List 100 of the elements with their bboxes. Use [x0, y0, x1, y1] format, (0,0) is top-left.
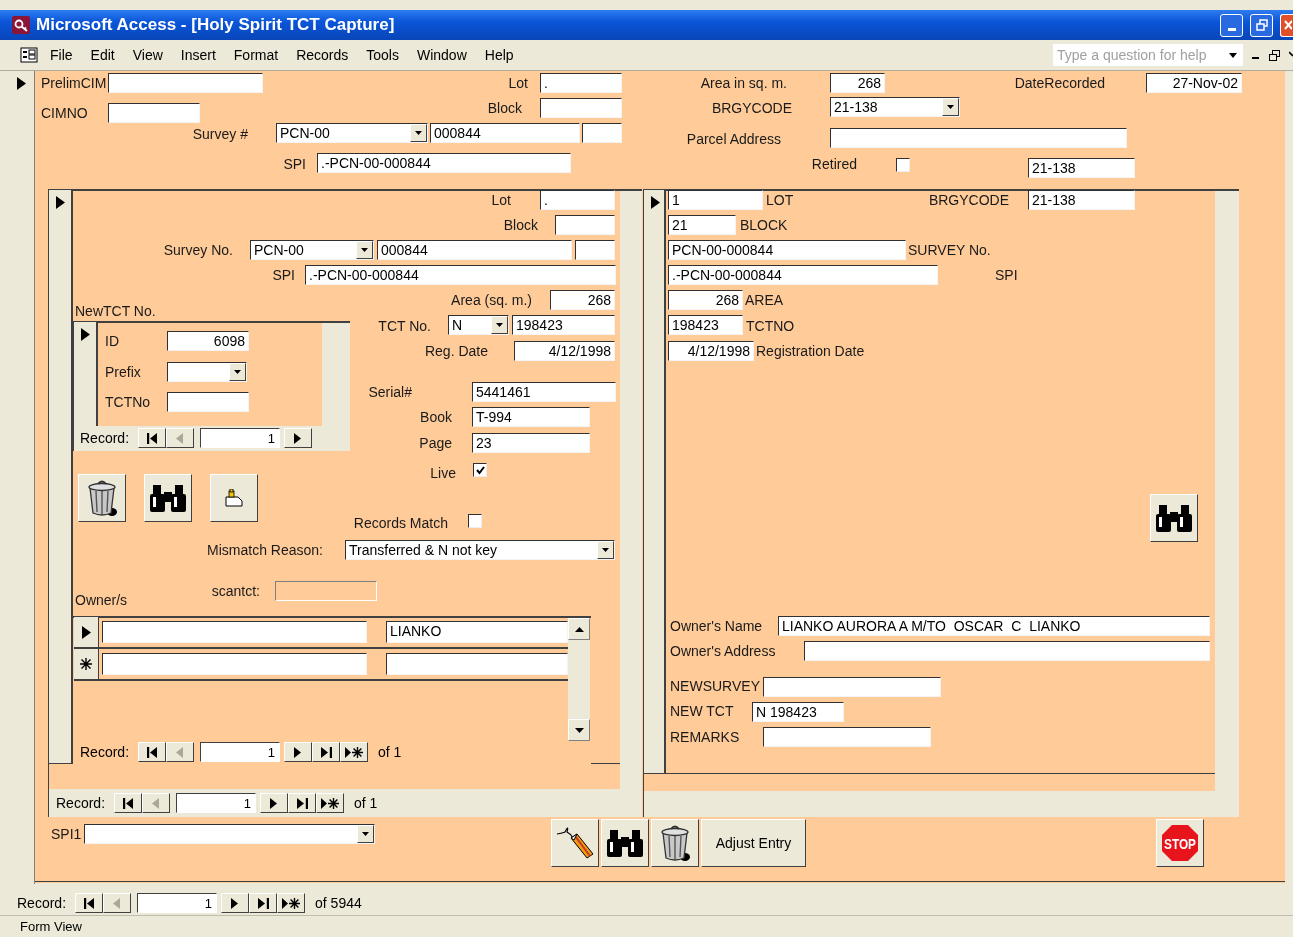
menu-item[interactable]: File — [50, 47, 73, 63]
menu-item[interactable]: Edit — [90, 47, 115, 63]
combo-box[interactable]: PCN-00 — [250, 240, 374, 260]
new-record-button[interactable] — [316, 793, 345, 813]
menu-item[interactable]: Help — [484, 47, 514, 63]
text-field[interactable]: 6098 — [167, 331, 249, 351]
text-field[interactable] — [386, 653, 568, 675]
checkbox[interactable] — [896, 158, 910, 172]
combo-box[interactable] — [167, 362, 247, 382]
text-field[interactable] — [804, 641, 1210, 661]
menu-item[interactable]: Records — [296, 47, 349, 63]
text-field[interactable]: .-PCN-00-000844 — [305, 265, 616, 285]
menu-item[interactable]: Format — [233, 47, 279, 63]
next-record-button[interactable] — [284, 742, 313, 762]
next-record-button[interactable] — [221, 893, 250, 913]
record-selector[interactable] — [644, 190, 666, 773]
dropdown-button[interactable] — [942, 98, 959, 116]
first-record-button[interactable] — [114, 793, 143, 813]
text-field[interactable]: .-PCN-00-000844 — [668, 265, 938, 285]
help-search-field[interactable]: Type a question for help — [1053, 44, 1243, 66]
text-field[interactable]: 268 — [550, 290, 615, 310]
first-record-button[interactable] — [138, 428, 167, 448]
record-number-field[interactable]: 1 — [200, 742, 281, 762]
text-field[interactable]: 4/12/1998 — [668, 341, 754, 361]
menu-item[interactable]: Window — [416, 47, 467, 63]
text-field[interactable]: 21-138 — [1028, 190, 1135, 210]
previous-record-button[interactable] — [103, 893, 132, 913]
dropdown-button[interactable] — [229, 363, 246, 381]
delete-button[interactable] — [78, 474, 126, 522]
dropdown-caret-icon[interactable] — [1229, 52, 1237, 58]
text-field[interactable] — [555, 215, 615, 235]
last-record-button[interactable] — [249, 893, 278, 913]
record-number-field[interactable]: 1 — [176, 793, 257, 813]
menu-item[interactable]: Tools — [366, 47, 399, 63]
text-field[interactable]: 000844 — [377, 240, 572, 260]
find-button[interactable] — [144, 474, 192, 522]
adjust-entry-button[interactable]: Adjust Entry — [701, 819, 806, 867]
text-field[interactable]: LIANKO AURORA A M/TO OSCAR C LIANKO — [778, 616, 1210, 636]
text-field[interactable]: 1 — [668, 190, 763, 210]
combo-box[interactable]: N — [448, 315, 509, 335]
text-field[interactable] — [108, 73, 263, 93]
previous-record-button[interactable] — [142, 793, 171, 813]
restore-icon[interactable] — [1269, 49, 1280, 61]
form-icon[interactable] — [20, 47, 38, 63]
combo-box[interactable]: PCN-00 — [276, 123, 428, 143]
text-field[interactable]: 21-138 — [1028, 158, 1135, 178]
next-record-button[interactable] — [284, 428, 313, 448]
record-selector[interactable] — [74, 322, 98, 426]
dropdown-button[interactable] — [357, 825, 374, 843]
text-field[interactable]: 21 — [668, 215, 736, 235]
first-record-button[interactable] — [138, 742, 167, 762]
edit-button[interactable] — [551, 819, 599, 867]
checkbox[interactable] — [468, 514, 482, 528]
record-selector[interactable] — [74, 649, 99, 679]
restore-button[interactable] — [1250, 13, 1273, 37]
dropdown-button[interactable] — [597, 541, 614, 559]
text-field[interactable]: 000844 — [430, 123, 580, 143]
text-field[interactable] — [108, 103, 200, 123]
combo-box[interactable]: Transferred & N not key — [345, 540, 615, 560]
text-field[interactable] — [167, 392, 249, 412]
text-field[interactable] — [275, 581, 377, 601]
close-button[interactable] — [1280, 13, 1293, 37]
dropdown-button[interactable] — [410, 124, 427, 142]
scroll-up-button[interactable] — [568, 618, 590, 640]
last-record-button[interactable] — [312, 742, 341, 762]
text-field[interactable]: PCN-00-000844 — [668, 240, 906, 260]
minimize-button[interactable] — [1220, 13, 1243, 37]
text-field[interactable]: LIANKO — [386, 621, 568, 643]
text-field[interactable] — [830, 128, 1127, 148]
menu-item[interactable]: Insert — [180, 47, 216, 63]
text-field[interactable]: 4/12/1998 — [514, 341, 615, 361]
delete-button[interactable] — [651, 819, 699, 867]
combo-box[interactable]: 21-138 — [830, 97, 960, 117]
record-number-field[interactable]: 1 — [200, 428, 281, 448]
text-field[interactable]: 23 — [472, 433, 590, 453]
new-record-button[interactable] — [340, 742, 369, 762]
find-button[interactable] — [1150, 494, 1198, 542]
text-field[interactable]: 5441461 — [472, 382, 616, 402]
text-field[interactable]: .-PCN-00-000844 — [317, 153, 571, 173]
first-record-button[interactable] — [75, 893, 104, 913]
note-button[interactable] — [210, 474, 258, 522]
next-record-button[interactable] — [260, 793, 289, 813]
menu-item[interactable]: View — [132, 47, 163, 63]
text-field[interactable]: 27-Nov-02 — [1146, 73, 1242, 93]
dropdown-button[interactable] — [356, 241, 373, 259]
find-button[interactable] — [601, 819, 649, 867]
previous-record-button[interactable] — [166, 742, 195, 762]
text-field[interactable]: N 198423 — [752, 702, 844, 722]
last-record-button[interactable] — [288, 793, 317, 813]
text-field[interactable] — [582, 123, 622, 143]
checkbox[interactable] — [473, 463, 487, 477]
text-field[interactable] — [102, 653, 367, 675]
text-field[interactable] — [575, 240, 615, 260]
text-field[interactable]: . — [540, 73, 622, 93]
text-field[interactable] — [540, 98, 622, 118]
text-field[interactable] — [763, 727, 931, 747]
text-field[interactable]: 268 — [830, 73, 885, 93]
text-field[interactable]: 198423 — [512, 315, 615, 335]
text-field[interactable]: . — [540, 190, 615, 210]
scrollbar[interactable] — [568, 618, 590, 741]
